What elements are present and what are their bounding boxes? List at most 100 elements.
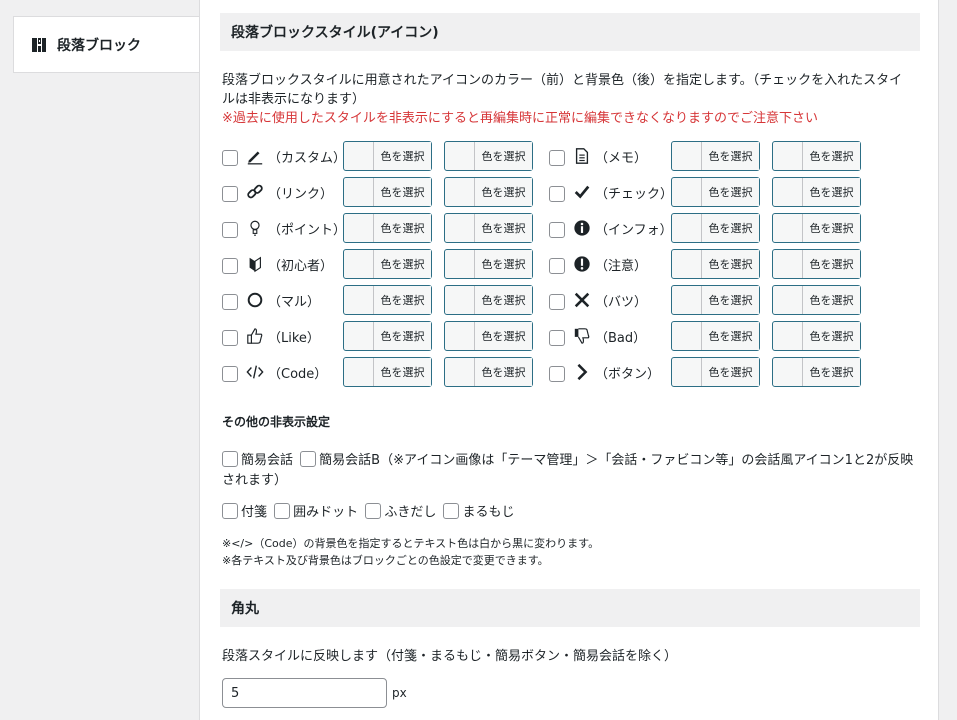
background-color-button[interactable]: 色を選択 bbox=[772, 357, 861, 387]
corner-radius-input[interactable]: 5 bbox=[222, 678, 387, 708]
icon-style-label: （リンク） bbox=[268, 186, 334, 202]
hide-style-checkbox[interactable] bbox=[549, 149, 565, 166]
color-swatch bbox=[773, 250, 803, 278]
hide-style-checkbox[interactable] bbox=[222, 221, 238, 238]
background-color-button[interactable]: 色を選択 bbox=[444, 357, 533, 387]
icon-style-label: （Like） bbox=[268, 330, 320, 346]
hide-style-checkbox[interactable] bbox=[549, 365, 565, 382]
icon-style-row: （初心者） 色を選択 色を選択 （注意） 色を選択 色を選択 bbox=[222, 249, 902, 279]
circle-icon bbox=[245, 290, 265, 310]
color-button-label: 色を選択 bbox=[374, 214, 431, 242]
icon-color-button[interactable]: 色を選択 bbox=[671, 357, 760, 387]
color-button-label: 色を選択 bbox=[475, 214, 532, 242]
icon-color-button[interactable]: 色を選択 bbox=[343, 177, 432, 207]
hide-style-checkbox[interactable] bbox=[222, 365, 238, 382]
color-swatch bbox=[773, 358, 803, 386]
color-swatch bbox=[672, 178, 702, 206]
color-swatch bbox=[672, 322, 702, 350]
icon-style-option: （注意） bbox=[549, 249, 647, 279]
color-button-label: 色を選択 bbox=[702, 178, 759, 206]
hide-style-checkbox[interactable] bbox=[222, 149, 238, 166]
background-color-button[interactable]: 色を選択 bbox=[444, 141, 533, 171]
icon-color-button[interactable]: 色を選択 bbox=[671, 321, 760, 351]
hide-style-checkbox[interactable] bbox=[549, 185, 565, 202]
icon-color-button[interactable]: 色を選択 bbox=[671, 213, 760, 243]
icon-style-option: （Like） bbox=[222, 321, 320, 351]
background-color-button[interactable]: 色を選択 bbox=[444, 321, 533, 351]
color-swatch bbox=[445, 214, 475, 242]
icon-color-button[interactable]: 色を選択 bbox=[671, 177, 760, 207]
color-swatch bbox=[773, 286, 803, 314]
corner-radius-unit: px bbox=[392, 686, 407, 700]
icon-style-row: （カスタム） 色を選択 色を選択 （メモ） 色を選択 色を選択 bbox=[222, 141, 902, 171]
color-button-label: 色を選択 bbox=[475, 358, 532, 386]
hide-style-checkbox[interactable] bbox=[549, 293, 565, 310]
icon-style-option: （バツ） bbox=[549, 285, 647, 315]
background-color-button[interactable]: 色を選択 bbox=[772, 321, 861, 351]
icon-style-row: （リンク） 色を選択 色を選択 （チェック） 色を選択 色を選択 bbox=[222, 177, 902, 207]
round-letter-checkbox[interactable] bbox=[443, 503, 460, 519]
hide-style-checkbox[interactable] bbox=[549, 221, 565, 238]
color-swatch bbox=[445, 178, 475, 206]
color-swatch bbox=[672, 142, 702, 170]
code-color-note: ※</>（Code）の背景色を指定するとテキスト色は白から黒に変わります。 bbox=[222, 537, 600, 550]
color-button-label: 色を選択 bbox=[475, 178, 532, 206]
hide-style-checkbox[interactable] bbox=[222, 329, 238, 346]
color-button-label: 色を選択 bbox=[374, 322, 431, 350]
color-swatch bbox=[344, 214, 374, 242]
dotted-box-checkbox[interactable] bbox=[274, 503, 291, 519]
background-color-button[interactable]: 色を選択 bbox=[444, 213, 533, 243]
icon-color-button[interactable]: 色を選択 bbox=[671, 249, 760, 279]
warning-text: ※過去に使用したスタイルを非表示にすると再編集時に正常に編集できなくなりますので… bbox=[222, 111, 819, 126]
hide-style-checkbox[interactable] bbox=[549, 257, 565, 274]
paragraph-block-icon bbox=[31, 37, 47, 53]
color-button-label: 色を選択 bbox=[475, 322, 532, 350]
info-icon bbox=[572, 218, 592, 238]
icon-color-button[interactable]: 色を選択 bbox=[343, 249, 432, 279]
color-swatch bbox=[773, 322, 803, 350]
background-color-button[interactable]: 色を選択 bbox=[772, 249, 861, 279]
background-color-button[interactable]: 色を選択 bbox=[772, 141, 861, 171]
simple-conversation-checkbox[interactable] bbox=[222, 451, 238, 467]
icon-color-button[interactable]: 色を選択 bbox=[343, 321, 432, 351]
icon-style-option: （メモ） bbox=[549, 141, 647, 171]
hide-style-checkbox[interactable] bbox=[222, 185, 238, 202]
icon-style-row: （マル） 色を選択 色を選択 （バツ） 色を選択 色を選択 bbox=[222, 285, 902, 315]
background-color-button[interactable]: 色を選択 bbox=[444, 249, 533, 279]
icon-style-label: （Bad） bbox=[595, 330, 647, 346]
color-button-label: 色を選択 bbox=[702, 358, 759, 386]
color-button-label: 色を選択 bbox=[803, 178, 860, 206]
color-button-label: 色を選択 bbox=[475, 250, 532, 278]
icon-style-row: （ポイント） 色を選択 色を選択 （インフォ） 色を選択 色を選択 bbox=[222, 213, 902, 243]
background-color-button[interactable]: 色を選択 bbox=[444, 285, 533, 315]
hide-style-checkbox[interactable] bbox=[549, 329, 565, 346]
conversation-hide-row: 簡易会話 簡易会話B（※アイコン画像は「テーマ管理」＞「会話・ファビコン等」の会… bbox=[222, 451, 922, 491]
round-letter-label: まるもじ bbox=[462, 505, 515, 520]
icon-style-label: （ボタン） bbox=[595, 366, 661, 382]
background-color-button[interactable]: 色を選択 bbox=[444, 177, 533, 207]
icon-color-button[interactable]: 色を選択 bbox=[343, 141, 432, 171]
icon-style-option: （初心者） bbox=[222, 249, 333, 279]
settings-panel: 段落ブロックスタイル(アイコン) 段落ブロックスタイルに用意されたアイコンのカラ… bbox=[199, 0, 939, 720]
background-color-button[interactable]: 色を選択 bbox=[772, 213, 861, 243]
sticky-note-checkbox[interactable] bbox=[222, 503, 238, 519]
color-button-label: 色を選択 bbox=[374, 142, 431, 170]
hide-style-checkbox[interactable] bbox=[222, 293, 238, 310]
icon-color-button[interactable]: 色を選択 bbox=[343, 357, 432, 387]
thumbs-up-icon bbox=[245, 326, 265, 346]
sidebar-tab-paragraph-block[interactable]: 段落ブロック bbox=[13, 16, 200, 73]
speech-bubble-checkbox[interactable] bbox=[365, 503, 382, 519]
icon-color-button[interactable]: 色を選択 bbox=[343, 213, 432, 243]
color-button-label: 色を選択 bbox=[803, 142, 860, 170]
color-swatch bbox=[773, 214, 803, 242]
color-swatch bbox=[445, 250, 475, 278]
simple-conversation-b-checkbox[interactable] bbox=[300, 451, 317, 467]
color-swatch bbox=[445, 142, 475, 170]
icon-color-button[interactable]: 色を選択 bbox=[343, 285, 432, 315]
background-color-button[interactable]: 色を選択 bbox=[772, 285, 861, 315]
color-swatch bbox=[445, 322, 475, 350]
background-color-button[interactable]: 色を選択 bbox=[772, 177, 861, 207]
hide-style-checkbox[interactable] bbox=[222, 257, 238, 274]
icon-color-button[interactable]: 色を選択 bbox=[671, 285, 760, 315]
icon-color-button[interactable]: 色を選択 bbox=[671, 141, 760, 171]
